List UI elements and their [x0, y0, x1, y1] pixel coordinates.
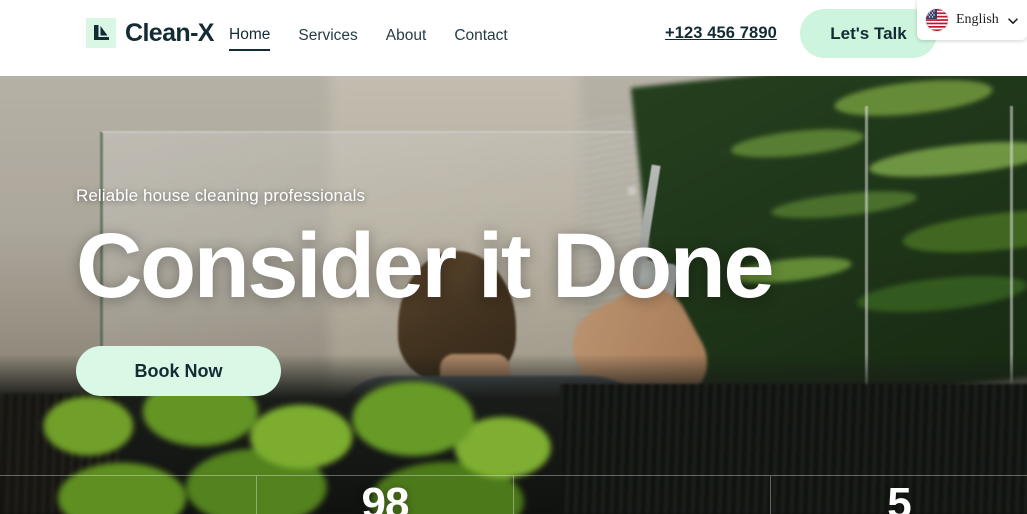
us-flag-icon — [926, 9, 948, 31]
main-nav: Home Services About Contact — [229, 25, 508, 52]
landing-page: Clean-X Home Services About Contact +123… — [0, 0, 1027, 514]
stat-item — [0, 476, 256, 514]
stat-item: 98 — [256, 476, 513, 514]
stat-value: 5 — [887, 479, 912, 514]
language-label: English — [956, 12, 999, 27]
nav-item-about[interactable]: About — [386, 26, 427, 50]
brand-logo[interactable]: Clean-X — [86, 18, 214, 48]
stat-item — [513, 476, 770, 514]
hero-content: Reliable house cleaning professionals Co… — [76, 186, 775, 396]
squeegee-logo-icon — [86, 18, 116, 48]
hero-eyebrow: Reliable house cleaning professionals — [76, 186, 366, 205]
brand-name: Clean-X — [125, 18, 214, 47]
stat-value: 98 — [361, 479, 410, 514]
nav-item-services[interactable]: Services — [298, 26, 357, 50]
hero-headline: Consider it Done — [76, 215, 775, 317]
stats-strip: 98 5 — [0, 475, 1027, 514]
language-selector[interactable]: English — [917, 0, 1027, 40]
phone-number[interactable]: +123 456 7890 — [665, 24, 777, 43]
hero-section: Reliable house cleaning professionals Co… — [0, 76, 1027, 514]
stat-item: 5 — [770, 476, 1027, 514]
nav-item-home[interactable]: Home — [229, 25, 271, 52]
site-header: Clean-X Home Services About Contact +123… — [0, 0, 1027, 76]
chevron-down-icon — [1007, 14, 1019, 26]
nav-item-contact[interactable]: Contact — [454, 26, 507, 50]
book-now-button[interactable]: Book Now — [76, 346, 281, 396]
